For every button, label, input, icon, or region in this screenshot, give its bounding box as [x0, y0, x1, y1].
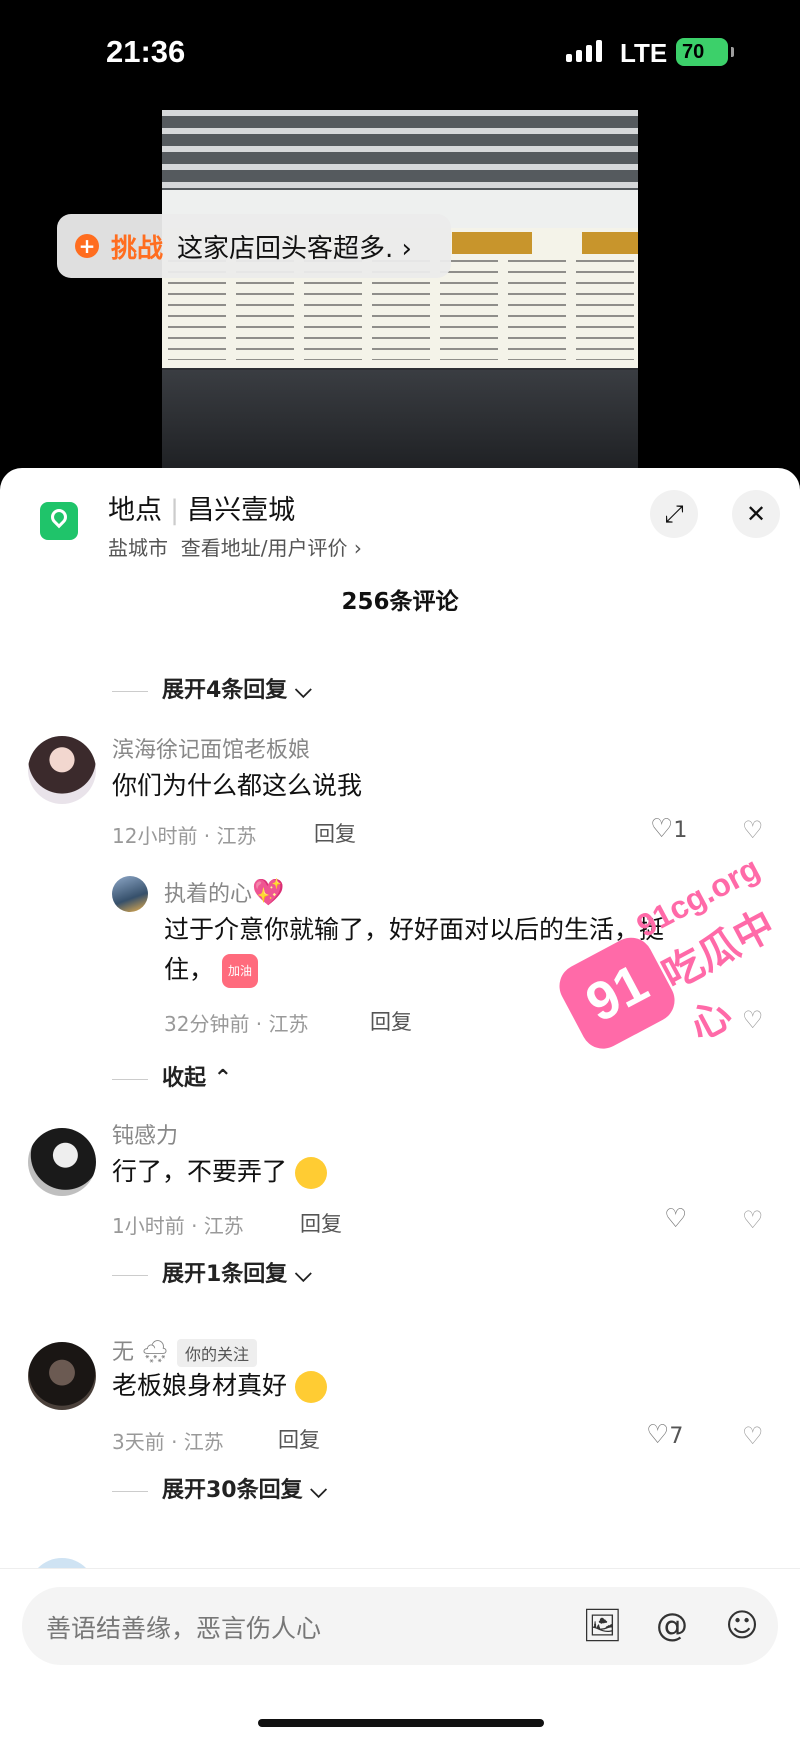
avatar[interactable]	[28, 1128, 96, 1196]
like-button[interactable]: ♡	[664, 1204, 687, 1234]
home-indicator[interactable]	[258, 1719, 544, 1727]
comment-count: 256条评论	[341, 589, 459, 615]
expand-replies-button[interactable]: 展开1条回复 ⌵	[112, 1256, 312, 1288]
status-bar: 21:36 LTE 70	[0, 0, 800, 110]
comment-meta: 3天前 · 江苏	[112, 1430, 224, 1454]
dislike-icon[interactable]: ♡	[742, 1422, 764, 1450]
laughing-emoji-icon	[294, 1371, 327, 1403]
comment-input[interactable]: 善语结善缘，恶言伤人心 🖼 @ ☺	[22, 1587, 778, 1665]
image-icon[interactable]: 🖼	[582, 1605, 623, 1645]
collapse-replies-button[interactable]: 收起 ⌃	[112, 1060, 232, 1092]
expand-icon[interactable]: ⤢	[650, 490, 698, 538]
comment-text: 你们为什么都这么说我	[112, 771, 363, 800]
comment-meta: 1小时前 · 江苏	[112, 1214, 244, 1238]
comment-username[interactable]: 滨海徐记面馆老板娘	[112, 732, 310, 764]
comment-text: 老板娘身材真好	[112, 1366, 327, 1406]
location-pin-icon	[40, 502, 78, 540]
reply-button[interactable]: 回复	[370, 1006, 412, 1036]
challenge-label: 挑战	[111, 234, 164, 264]
close-icon[interactable]: ✕	[732, 490, 780, 538]
comment-meta: 12小时前 · 江苏	[112, 824, 257, 848]
dislike-icon[interactable]: ♡	[742, 816, 764, 844]
video-preview[interactable]	[162, 110, 638, 470]
emoji-icon[interactable]: ☺	[722, 1605, 762, 1645]
heart-icon: ♡	[650, 814, 674, 844]
comment-text-line2: 住， 加油	[164, 950, 258, 990]
heart-emoji-icon: 💖	[252, 878, 285, 908]
status-time: 21:36	[106, 34, 186, 69]
dislike-icon[interactable]: ♡	[742, 1206, 764, 1234]
avatar[interactable]	[28, 1342, 96, 1410]
comment-input-placeholder: 善语结善缘，恶言伤人心	[46, 1614, 322, 1643]
expand-replies-button[interactable]: 展开4条回复 ⌵	[112, 672, 312, 704]
mention-icon[interactable]: @	[652, 1605, 692, 1645]
comment-input-bar: 善语结善缘，恶言伤人心 🖼 @ ☺	[0, 1568, 800, 1737]
avatar[interactable]	[112, 876, 148, 912]
reply-button[interactable]: 回复	[300, 1208, 342, 1238]
location-title[interactable]: 地点 | 昌兴壹城	[108, 488, 295, 527]
reply-button[interactable]: 回复	[314, 818, 356, 848]
network-label: LTE	[620, 38, 668, 68]
snow-cloud-icon: 🌨	[141, 1340, 169, 1365]
signal-icon	[566, 40, 606, 62]
reply-button[interactable]: 回复	[278, 1424, 320, 1454]
comment-username[interactable]: 执着的心💖	[164, 876, 284, 908]
jiayou-sticker-icon: 加油	[221, 954, 258, 988]
battery-icon: 70	[676, 38, 734, 66]
avatar[interactable]	[28, 736, 96, 804]
comment-meta: 32分钟前 · 江苏	[164, 1012, 309, 1036]
challenge-pill[interactable]: + 挑战 这家店回头客超多. ›	[57, 214, 451, 278]
heart-icon: ♡	[664, 1204, 688, 1234]
comments-sheet: 地点 | 昌兴壹城 盐城市 查看地址/用户评价 › ⤢ ✕ 256条评论 展开4条回…	[0, 468, 800, 1736]
plus-circle-icon: +	[75, 234, 99, 258]
laughing-emoji-icon	[294, 1157, 327, 1189]
video-floor	[162, 370, 638, 470]
comment-username[interactable]: 无 🌨 你的关注	[112, 1334, 257, 1367]
location-subtitle[interactable]: 盐城市 查看地址/用户评价 ›	[108, 532, 362, 561]
like-button[interactable]: ♡7	[646, 1420, 683, 1450]
comment-text: 行了，不要弄了	[112, 1152, 327, 1192]
comment-username[interactable]: 钝感力	[112, 1118, 178, 1150]
video-ceiling	[162, 110, 638, 190]
challenge-text: 这家店回头客超多. ›	[177, 234, 412, 264]
heart-icon: ♡	[646, 1420, 670, 1450]
following-badge: 你的关注	[176, 1339, 257, 1367]
expand-replies-button[interactable]: 展开30条回复 ⌵	[112, 1472, 327, 1504]
like-button[interactable]: ♡1	[650, 814, 687, 844]
